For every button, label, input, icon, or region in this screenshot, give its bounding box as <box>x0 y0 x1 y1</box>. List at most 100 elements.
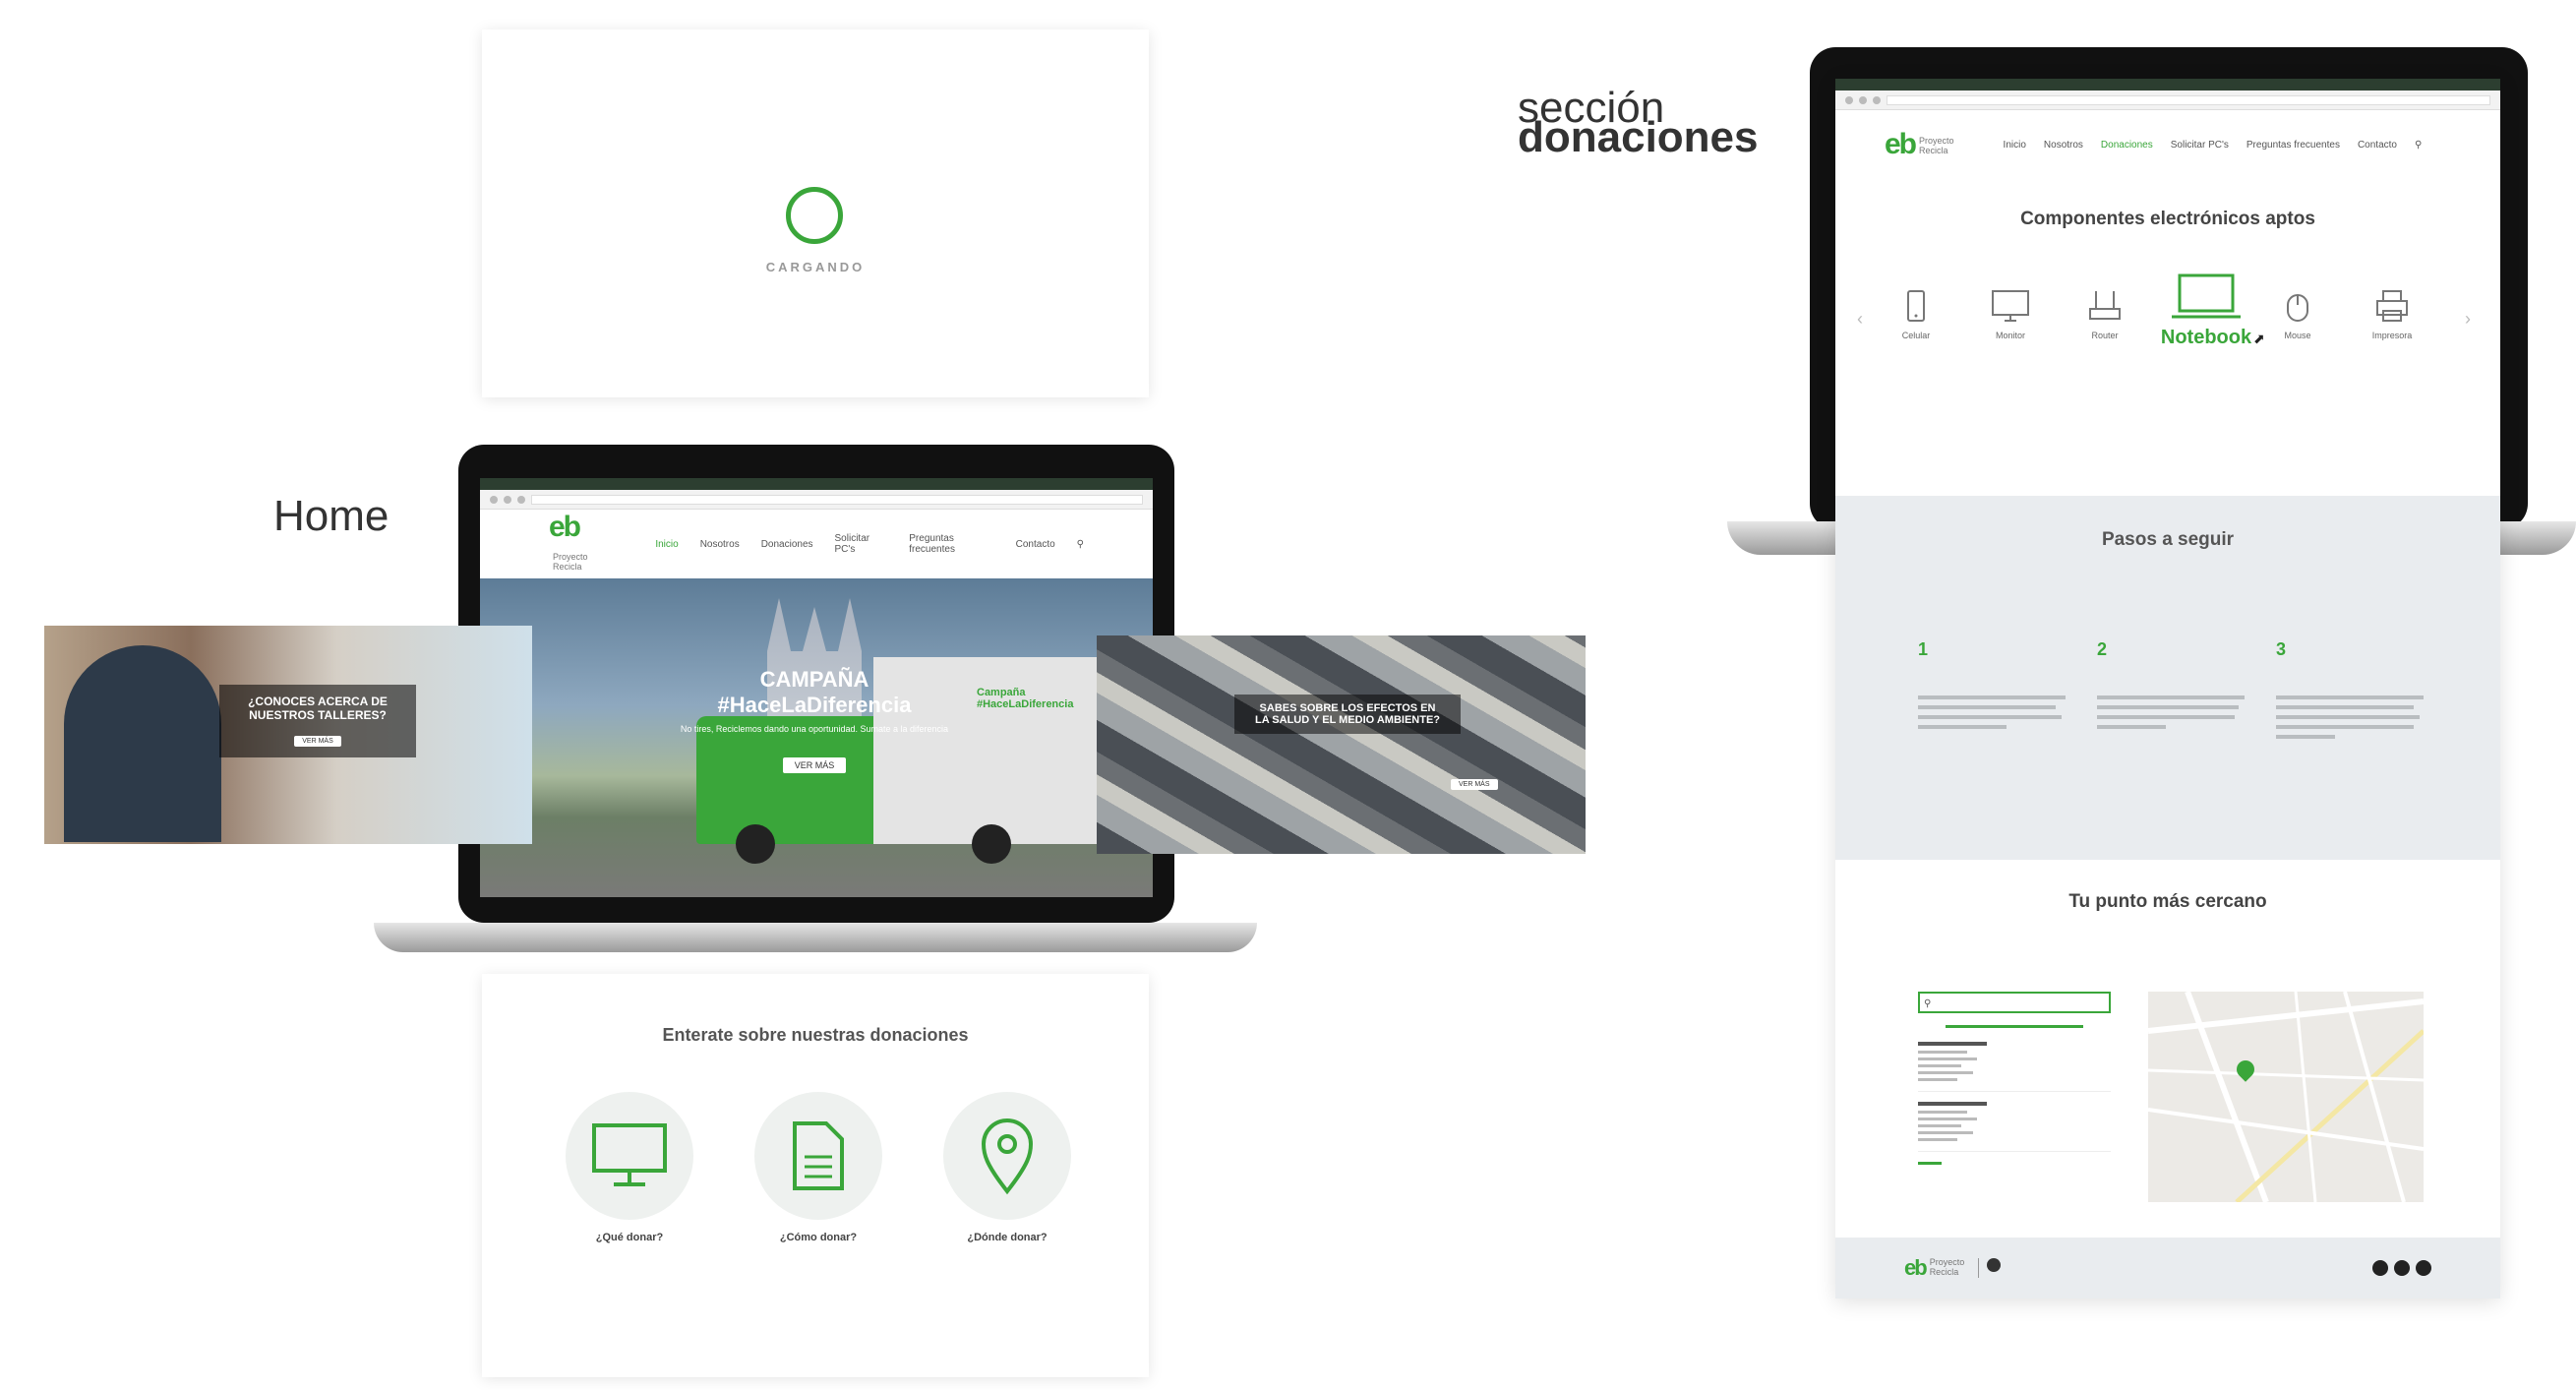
donation-item-label: ¿Cómo donar? <box>779 1232 858 1243</box>
nav-item-nosotros[interactable]: Nosotros <box>2044 140 2083 151</box>
nav-item-contacto[interactable]: Contacto <box>1016 539 1055 550</box>
footer: eb Proyecto Recicla <box>1835 1238 2500 1299</box>
search-icon[interactable]: ⚲ <box>1077 539 1084 550</box>
footer-logo[interactable]: eb Proyecto Recicla <box>1904 1255 1964 1281</box>
components-carousel: ‹ › Celular Monitor Router Notebook Mous… <box>1835 270 2500 397</box>
nav-item-contacto[interactable]: Contacto <box>2358 140 2397 151</box>
worker-figure <box>64 645 221 842</box>
donation-item-label: ¿Qué donar? <box>595 1232 664 1243</box>
section-label-bottom: donaciones <box>1518 113 1759 161</box>
nav-item-preguntas[interactable]: Preguntas frecuentes <box>2247 140 2340 151</box>
donaciones-browser-tabbar <box>1835 79 2500 91</box>
talleres-button[interactable]: VER MÁS <box>294 736 341 747</box>
donation-item-label: ¿Dónde donar? <box>967 1232 1048 1243</box>
step-text-lines <box>1918 695 2075 729</box>
component-router[interactable]: Router <box>2066 289 2144 340</box>
phone-icon <box>1907 290 1925 322</box>
medioambiente-button[interactable]: VER MÁS <box>1451 779 1498 790</box>
router-icon <box>2089 291 2121 320</box>
step-1: 1 <box>1918 639 2075 729</box>
site-logo[interactable]: ebProyectoRecicla <box>1885 128 1954 161</box>
carousel-next-icon[interactable]: › <box>2465 309 2471 330</box>
steps-title: Pasos a seguir <box>2101 529 2235 550</box>
facebook-icon[interactable] <box>2394 1260 2410 1276</box>
donaciones-nav: Inicio Nosotros Donaciones Solicitar PC'… <box>2004 140 2423 151</box>
step-text-lines <box>2276 695 2433 739</box>
search-icon[interactable]: ⚲ <box>2415 140 2422 151</box>
instagram-icon[interactable] <box>2372 1260 2388 1276</box>
partner-logo <box>1978 1258 2013 1278</box>
truck-sign-line2: #HaceLaDiferencia <box>977 698 1074 710</box>
loader-card: CARGANDO <box>482 30 1149 397</box>
step-3: 3 <box>2276 639 2433 739</box>
step-number: 3 <box>2276 639 2287 659</box>
donaciones-browser-urlbar <box>1835 91 2500 110</box>
donations-card: Enterate sobre nuestras donaciones ¿Qué … <box>482 974 1149 1377</box>
component-impresora[interactable]: Impresora <box>2353 289 2431 340</box>
notebook-icon <box>2172 273 2241 319</box>
donaciones-site-header: eb Proyecto Recicla Inicio Nosotros Donaci… <box>1835 110 2500 179</box>
hero-button[interactable]: VER MÁS <box>782 757 847 773</box>
browser-tabbar <box>480 478 1153 490</box>
donations-title: Enterate sobre nuestras donaciones <box>662 1025 969 1045</box>
nearest-search-input[interactable]: ⚲ <box>1918 992 2111 1013</box>
hero-title: CAMPAÑA <box>759 667 869 692</box>
component-mouse[interactable]: Mouse <box>2258 289 2337 340</box>
list-item[interactable] <box>1918 1042 2111 1092</box>
mouse-icon <box>2287 294 2308 322</box>
medioambiente-banner: SABES SOBRE LOS EFECTOS EN LA SALUD Y EL… <box>1097 635 1586 854</box>
nav-item-solicitar[interactable]: Solicitar PC's <box>835 533 888 555</box>
loader-spinner-icon <box>786 187 843 244</box>
home-site-header: ebProyecto Recicla Inicio Nosotros Donaci… <box>480 510 1153 578</box>
search-icon: ⚲ <box>1924 998 1932 1009</box>
twitter-icon[interactable] <box>2416 1260 2431 1276</box>
cursor-icon: ⬈ <box>2253 331 2265 346</box>
nav-item-solicitar[interactable]: Solicitar PC's <box>2171 140 2229 151</box>
step-2: 2 <box>2097 639 2254 729</box>
steps-section: Pasos a seguir 1 2 3 <box>1835 496 2500 860</box>
truck-sign-line1: Campaña <box>977 687 1026 698</box>
home-nav: Inicio Nosotros Donaciones Solicitar PC'… <box>655 533 1084 555</box>
location-pin-icon <box>943 1092 1071 1220</box>
talleres-title-1: ¿CONOCES ACERCA DE <box>248 695 388 708</box>
component-notebook[interactable]: Notebook <box>2152 273 2260 349</box>
nearest-title: Tu punto más cercano <box>2068 891 2267 912</box>
hero-hashtag: #HaceLaDiferencia <box>717 693 912 717</box>
printer-icon <box>2376 290 2408 322</box>
talleres-overlay: ¿CONOCES ACERCA DE NUESTROS TALLERES? VE… <box>219 685 416 757</box>
truck-wheel-front <box>736 824 775 864</box>
nav-item-donaciones[interactable]: Donaciones <box>2101 140 2153 151</box>
components-title: Componentes electrónicos aptos <box>2020 209 2315 229</box>
medioambiente-overlay: SABES SOBRE LOS EFECTOS EN LA SALUD Y EL… <box>1234 695 1461 734</box>
nav-item-preguntas[interactable]: Preguntas frecuentes <box>909 533 993 555</box>
nav-item-inicio[interactable]: Inicio <box>655 539 678 550</box>
list-item[interactable] <box>1918 1102 2111 1152</box>
component-label: Router <box>2091 331 2119 340</box>
truck-sign: Campaña #HaceLaDiferencia <box>977 687 1105 710</box>
donation-item-como[interactable]: ¿Cómo donar? <box>749 1092 887 1243</box>
home-hero: Campaña #HaceLaDiferencia CAMPAÑA #HaceL… <box>480 578 1153 897</box>
home-laptop-base <box>374 923 1257 952</box>
nav-item-donaciones[interactable]: Donaciones <box>761 539 813 550</box>
home-laptop-screen: ebProyecto Recicla Inicio Nosotros Donaci… <box>480 478 1153 897</box>
site-logo[interactable]: ebProyectoRecicla <box>549 511 616 577</box>
component-label: Notebook <box>2160 327 2252 348</box>
map[interactable] <box>2148 992 2424 1202</box>
component-monitor[interactable]: Monitor <box>1971 289 2050 340</box>
donation-item-que[interactable]: ¿Qué donar? <box>561 1092 698 1243</box>
component-label: Mouse <box>2284 331 2311 340</box>
step-text-lines <box>2097 695 2254 729</box>
document-icon <box>754 1092 882 1220</box>
donation-item-donde[interactable]: ¿Dónde donar? <box>938 1092 1076 1243</box>
truck-wheel-back <box>972 824 1011 864</box>
nav-item-inicio[interactable]: Inicio <box>2004 140 2026 151</box>
loader-label: CARGANDO <box>765 260 866 274</box>
component-label: Impresora <box>2371 331 2413 340</box>
carousel-prev-icon[interactable]: ‹ <box>1857 309 1863 330</box>
nav-item-nosotros[interactable]: Nosotros <box>700 539 740 550</box>
medioambiente-title-2: LA SALUD Y EL MEDIO AMBIENTE? <box>1254 714 1441 726</box>
nearest-results-list <box>1918 1025 2111 1165</box>
component-label: Celular <box>1901 331 1931 340</box>
component-celular[interactable]: Celular <box>1877 289 1955 340</box>
talleres-banner: ¿CONOCES ACERCA DE NUESTROS TALLERES? VE… <box>44 626 532 844</box>
